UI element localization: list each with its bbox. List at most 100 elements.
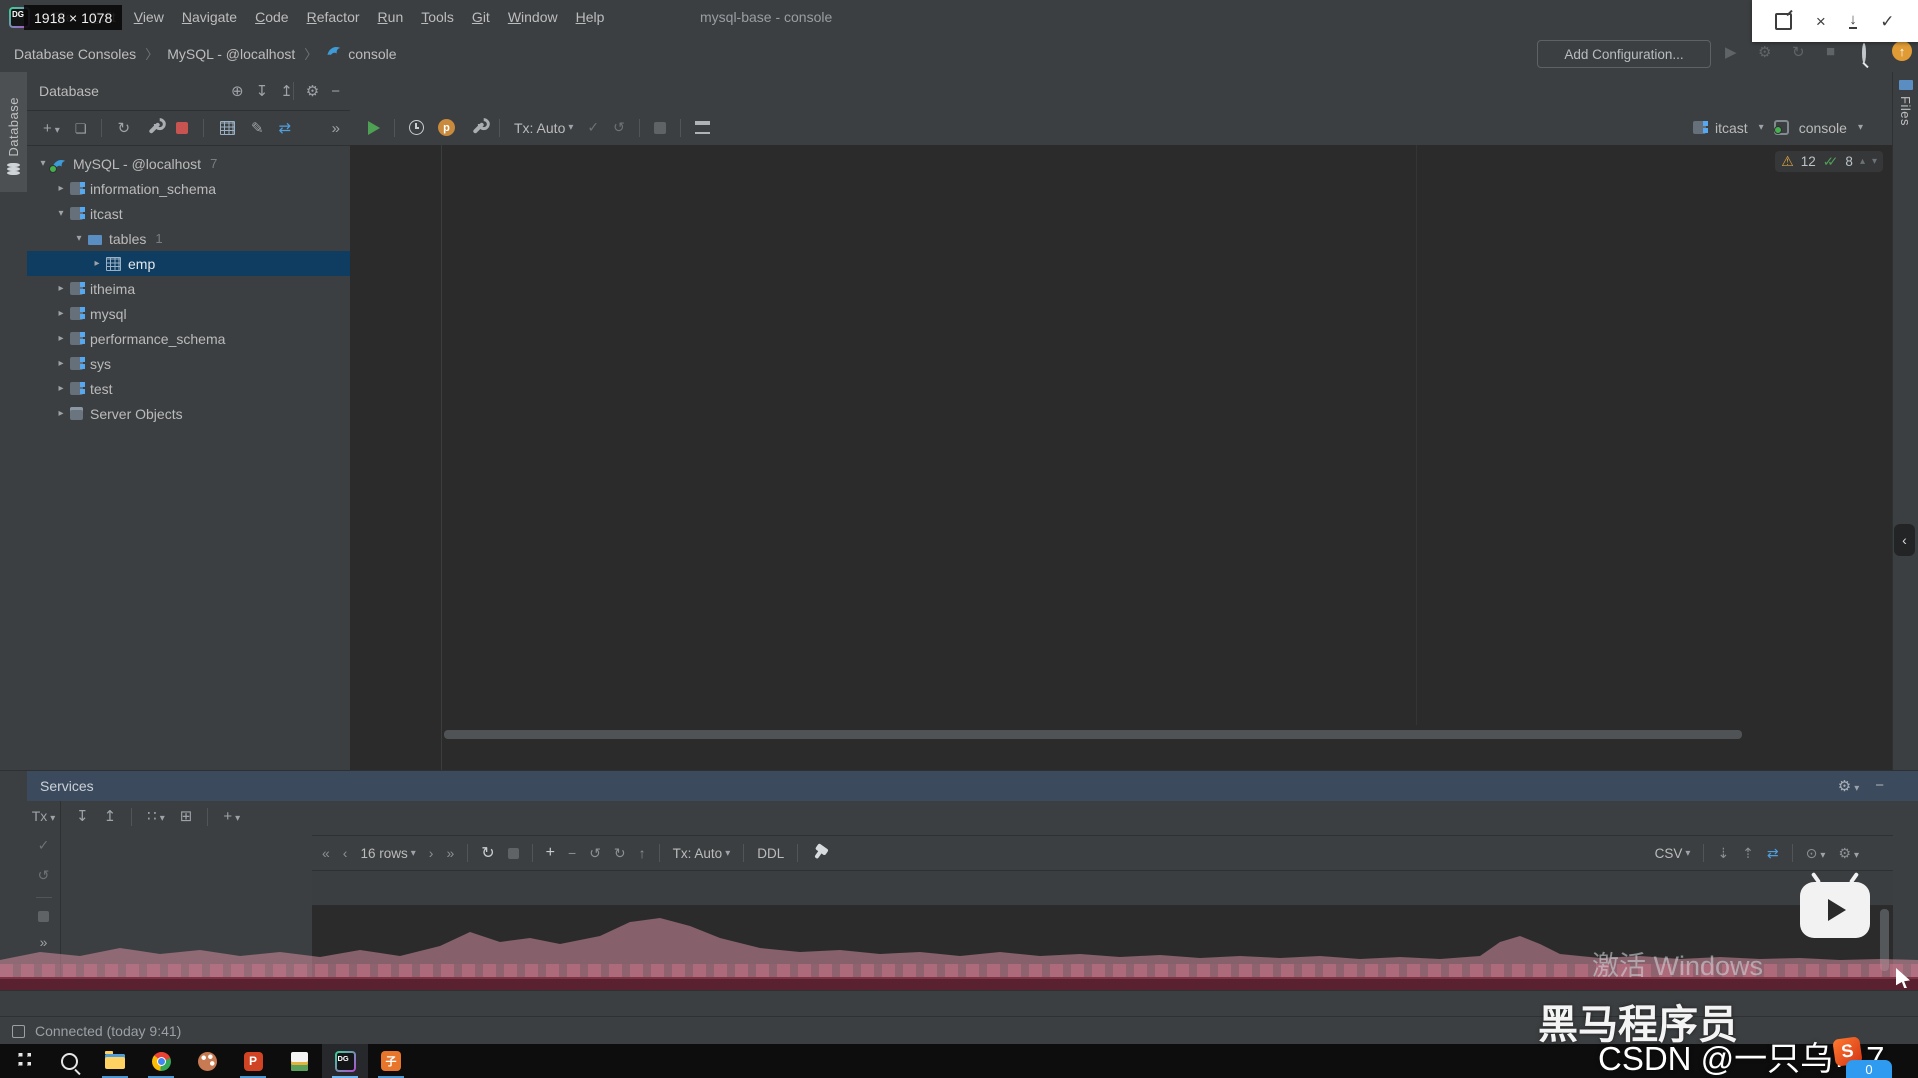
tree-chevron-icon[interactable]: ▸ xyxy=(53,408,69,419)
grid-tx-select[interactable]: Tx: Auto ▾ xyxy=(673,846,731,861)
commit-check-icon[interactable]: ✓ xyxy=(587,119,599,136)
tree-item-emp[interactable]: ▸ emp xyxy=(27,251,350,276)
editor-hscrollbar[interactable] xyxy=(444,730,1742,739)
grid-settings-gear-icon[interactable]: ⚙ ▾ xyxy=(1838,845,1859,862)
tree-item-itcast[interactable]: ▾ itcast xyxy=(27,201,350,226)
hide-panel-icon[interactable]: − xyxy=(331,83,340,100)
sql-editor[interactable]: ⚠ 12 ✓✓ 8 ▴ ▾ xyxy=(350,145,1893,770)
breadcrumb-item[interactable]: Database Consoles xyxy=(14,46,136,62)
ddl-button[interactable]: DDL xyxy=(757,846,784,861)
submit-icon[interactable]: ↑ xyxy=(639,845,646,861)
menu-run[interactable]: Run xyxy=(369,9,413,25)
session-switcher[interactable]: console xyxy=(1799,120,1847,136)
stop-button[interactable]: ■ xyxy=(1826,43,1835,60)
tree-item-mysql-localhost[interactable]: ▾ MySQL - @localhost 7 xyxy=(27,151,350,176)
tool-window-tab-files[interactable]: Files xyxy=(1893,80,1918,126)
tree-item-performance-schema[interactable]: ▸ performance_schema xyxy=(27,326,350,351)
tree-chevron-icon[interactable]: ▸ xyxy=(53,183,69,194)
services-more-icon[interactable]: » xyxy=(40,935,48,949)
sv-group-by-icon[interactable]: ∷ ▾ xyxy=(147,809,165,824)
menu-refactor[interactable]: Refactor xyxy=(298,9,369,25)
hide-right-panel-button[interactable]: ‹ xyxy=(1894,524,1915,556)
tree-chevron-icon[interactable]: ▾ xyxy=(53,208,69,219)
sync-arrows-icon[interactable]: ⇄ xyxy=(279,121,292,136)
menu-tools[interactable]: Tools xyxy=(412,9,463,25)
menu-code[interactable]: Code xyxy=(246,9,297,25)
taskbar-search-button[interactable] xyxy=(46,1044,92,1078)
refresh-icon[interactable]: ↻ xyxy=(117,121,130,136)
tx-mode-select[interactable]: Tx: Auto ▾ xyxy=(514,120,573,136)
toggle-output-icon[interactable] xyxy=(694,121,710,134)
tree-item-sys[interactable]: ▸ sys xyxy=(27,351,350,376)
tree-item-test[interactable]: ▸ test xyxy=(27,376,350,401)
history-clock-icon[interactable] xyxy=(409,120,424,135)
tree-item-mysql[interactable]: ▸ mysql xyxy=(27,301,350,326)
tree-chevron-icon[interactable]: ▾ xyxy=(71,233,87,244)
first-page-icon[interactable]: « xyxy=(322,845,330,861)
menu-git[interactable]: Git xyxy=(463,9,499,25)
tree-chevron-icon[interactable]: ▸ xyxy=(53,308,69,319)
taskbar-orange-app[interactable]: 子 xyxy=(368,1044,414,1078)
services-rollback-icon[interactable]: ↺ xyxy=(38,867,50,884)
tree-chevron-icon[interactable]: ▸ xyxy=(89,258,105,269)
prev-page-icon[interactable]: ‹ xyxy=(343,845,348,861)
sv-add-icon[interactable]: + ▾ xyxy=(223,809,240,824)
capture-edit-icon[interactable] xyxy=(1775,12,1793,30)
tool-window-tab-database[interactable]: Database xyxy=(0,72,27,192)
inspection-widget[interactable]: ⚠ 12 ✓✓ 8 ▴ ▾ xyxy=(1775,151,1883,172)
expand-all-icon[interactable]: ↧ xyxy=(256,82,269,100)
services-commit-icon[interactable]: ✓ xyxy=(38,837,50,854)
prev-issue-icon[interactable]: ▴ xyxy=(1860,156,1865,167)
capture-confirm-icon[interactable]: ✓ xyxy=(1880,13,1894,30)
revert-icon[interactable]: ↺ xyxy=(589,845,601,862)
panel-settings-gear-icon[interactable]: ⚙ xyxy=(306,82,319,100)
page-size-select[interactable]: 16 rows ▾ xyxy=(360,846,415,861)
tree-item-tables[interactable]: ▾ tables 1 xyxy=(27,226,350,251)
capture-download-icon[interactable]: ↓ xyxy=(1849,12,1857,30)
pin-tab-icon[interactable] xyxy=(814,847,825,859)
taskbar-document-app[interactable] xyxy=(276,1044,322,1078)
update-notification-icon[interactable]: ↑ xyxy=(1892,41,1912,61)
menu-view[interactable]: View xyxy=(125,9,173,25)
compare-icon[interactable]: ⇄ xyxy=(1767,845,1779,862)
search-everywhere-icon[interactable] xyxy=(1862,43,1866,63)
settings-wrench-icon[interactable] xyxy=(472,121,485,134)
duplicate-icon[interactable]: ❏ xyxy=(75,122,87,135)
reload-grid-icon[interactable]: ↻ xyxy=(481,843,494,863)
export-download-icon[interactable]: ⇣ xyxy=(1717,845,1729,862)
debug-button[interactable]: ↻ xyxy=(1792,43,1805,61)
more-toolbar-icon[interactable]: » xyxy=(332,121,340,136)
last-page-icon[interactable]: » xyxy=(446,845,454,861)
add-row-icon[interactable]: + xyxy=(546,844,555,862)
sv-collapse-all-icon[interactable]: ↥ xyxy=(104,809,117,824)
taskbar-powerpoint[interactable]: P xyxy=(230,1044,276,1078)
tree-item-server-objects[interactable]: ▸ Server Objects xyxy=(27,401,350,426)
open-table-icon[interactable] xyxy=(220,121,236,135)
grid-vscrollbar[interactable] xyxy=(1880,909,1889,971)
run-button[interactable]: ▶ xyxy=(1725,43,1737,61)
services-tx-select[interactable]: Tx ▾ xyxy=(32,809,56,824)
taskbar-paint[interactable] xyxy=(184,1044,230,1078)
rollback-icon[interactable]: ↺ xyxy=(613,119,625,136)
start-button[interactable] xyxy=(0,1044,46,1078)
tree-chevron-icon[interactable]: ▸ xyxy=(53,333,69,344)
parameters-icon[interactable]: p xyxy=(438,119,455,136)
tree-chevron-icon[interactable]: ▸ xyxy=(53,358,69,369)
locate-icon[interactable]: ⊕ xyxy=(231,82,244,100)
view-eye-icon[interactable]: ⊙ ▾ xyxy=(1806,845,1826,862)
datasource-properties-icon[interactable] xyxy=(148,121,161,135)
tree-chevron-icon[interactable]: ▸ xyxy=(53,283,69,294)
menu-window[interactable]: Window xyxy=(499,9,567,25)
next-issue-icon[interactable]: ▾ xyxy=(1872,156,1877,167)
import-upload-icon[interactable]: ⇡ xyxy=(1742,845,1754,862)
sv-expand-all-icon[interactable]: ↧ xyxy=(76,809,89,824)
new-datasource-button[interactable]: + ▾ xyxy=(43,121,60,136)
services-gear-icon[interactable]: ⚙ ▾ xyxy=(1838,777,1859,795)
delete-row-icon[interactable]: − xyxy=(568,845,576,861)
capture-close-icon[interactable]: × xyxy=(1816,13,1826,30)
sv-add-service-icon[interactable]: ⊞ xyxy=(180,809,193,824)
services-panel-header[interactable]: Services ⚙ ▾ − xyxy=(27,771,1918,801)
edit-pencil-icon[interactable]: ✎ xyxy=(251,121,264,136)
services-hide-icon[interactable]: − xyxy=(1875,777,1884,795)
next-page-icon[interactable]: › xyxy=(429,845,434,861)
